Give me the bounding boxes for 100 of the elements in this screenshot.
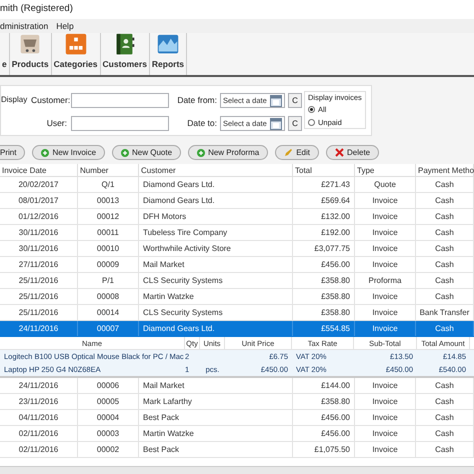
table-cell: Invoice [355,257,416,272]
field-label: User: [46,117,68,130]
table-row[interactable]: 25/11/2016 P/1 CLS Security Systems £358.80 Proforma Cash [0,273,474,289]
table-cell: 24/11/2016 [0,378,78,393]
chart-icon [156,33,180,56]
table-row[interactable]: 30/11/2016 00010 Worthwhile Activity Store £3,077.75 Invoice Cash [0,241,474,257]
column-header[interactable]: Total [293,164,355,176]
table-cell: Martin Watzke [139,426,293,441]
table-cell: Martin Watzke [139,289,293,304]
table-cell: Cash [416,426,474,441]
toolbar-button[interactable]: e [0,33,10,75]
table-cell: 00009 [78,257,139,272]
table-cell: Mark Lafarthy [139,394,293,409]
table-row[interactable]: 30/11/2016 00011 Tubeless Tire Company £192.00 Invoice Cash [0,225,474,241]
table-cell: Best Pack [139,410,293,425]
table-cell: Cash [416,378,474,393]
table-cell: Worthwhile Activity Store [139,241,293,256]
table-cell: Invoice [355,241,416,256]
toolbar-button[interactable]: Products [10,33,52,75]
clear-date-button[interactable]: C [288,116,302,131]
table-cell: CLS Security Systems [139,305,293,320]
clear-date-button[interactable]: C [288,93,302,108]
table-cell: 04/11/2016 [0,410,78,425]
table-cell: £456.00 [293,426,355,441]
table-cell: Invoice [355,209,416,224]
table-row[interactable]: 20/02/2017 Q/1 Diamond Gears Ltd. £271.43 Quote Cash [0,177,474,193]
plus-icon [197,148,206,156]
table-cell: £456.00 [293,410,355,425]
table-cell: £271.43 [293,177,355,192]
table-cell: £144.00 [293,378,355,393]
table-cell: 00003 [78,426,139,441]
table-row[interactable]: 01/12/2016 00012 DFH Motors £132.00 Invoice Cash [0,209,474,225]
table-cell: Cash [416,257,474,272]
table-cell: Invoice [355,394,416,409]
radio-button[interactable] [308,118,315,126]
table-cell: Invoice [355,289,416,304]
table-cell: Cash [416,225,474,240]
toolbar-button[interactable]: Customers [100,33,150,75]
table-cell: £358.80 [293,289,355,304]
action-button[interactable]: New Quote [112,145,182,160]
field-label: Date from: [177,94,218,107]
filter-label: Display [1,94,28,106]
table-cell: 25/11/2016 [0,273,78,288]
menu-item[interactable]: Help [56,20,74,32]
table-cell: Invoice [355,442,416,457]
toolbar-button[interactable]: Reports [150,33,188,75]
table-row[interactable]: 27/11/2016 00009 Mail Market £456.00 Invoice Cash [0,257,474,273]
table-row[interactable]: 24/11/2016 00006 Mail Market £144.00 Invoice Cash [0,378,474,394]
table-row[interactable]: 08/01/2017 00013 Diamond Gears Ltd. £569.64 Invoice Cash [0,193,474,209]
table-cell: 25/11/2016 [0,289,78,304]
table-cell: Invoice [355,225,416,240]
table-cell: Mail Market [139,257,293,272]
table-cell: Cash [416,442,474,457]
radio-button[interactable] [308,106,315,114]
column-header[interactable]: Number [78,164,139,176]
table-cell: 00005 [78,394,139,409]
table-cell: 00012 [78,209,139,224]
table-row[interactable]: 02/11/2016 00002 Best Pack £1,075.50 Invoice Cash [0,442,474,458]
column-header[interactable]: Type [355,164,416,176]
table-cell: Q/1 [78,177,139,192]
table-row[interactable]: 04/11/2016 00004 Best Pack £456.00 Invoice Cash [0,410,474,426]
table-cell: Quote [355,177,416,192]
column-header[interactable]: Payment Metho [416,164,474,176]
table-row[interactable]: 02/11/2016 00003 Martin Watzke £456.00 Invoice Cash [0,426,474,442]
table-cell: Invoice [355,410,416,425]
table-row[interactable]: 25/11/2016 00008 Martin Watzke £358.80 Invoice Cash [0,289,474,305]
action-button[interactable]: Edit [275,145,319,160]
table-cell: 27/11/2016 [0,257,78,272]
table-cell: 30/11/2016 [0,241,78,256]
action-button[interactable]: Delete [326,145,380,160]
table-cell: £192.00 [293,225,355,240]
customer-field[interactable] [71,93,169,108]
action-button[interactable]: New Proforma [188,145,268,160]
menu-item[interactable]: dministration [0,20,48,32]
table-row[interactable]: 25/11/2016 00014 CLS Security Systems £358.80 Invoice Bank Transfer [0,305,474,321]
table-cell: Proforma [355,273,416,288]
action-button[interactable]: New Invoice [32,145,106,160]
table-cell: 00008 [78,289,139,304]
column-header[interactable]: Customer [139,164,293,176]
table-cell: Diamond Gears Ltd. [139,193,293,208]
table-cell: 00002 [78,442,139,457]
table-cell: £358.80 [293,394,355,409]
toolbar-button[interactable]: Categories [52,33,101,75]
table-cell: £554.85 [293,321,355,336]
user-field[interactable] [71,116,169,131]
table-cell: Invoice [355,426,416,441]
table-cell: 20/02/2017 [0,177,78,192]
table-cell: Cash [416,209,474,224]
close-icon [334,148,344,157]
action-button[interactable]: Print [0,145,26,160]
field-label: Customer: [31,94,71,107]
table-cell: 00006 [78,378,139,393]
pencil-icon [284,148,294,157]
table-cell: DFH Motors [139,209,293,224]
table-row[interactable]: 24/11/2016 00007 Diamond Gears Ltd. £554.85 Invoice Cash [0,321,474,337]
table-cell: Invoice [355,321,416,336]
table-cell: Cash [416,273,474,288]
column-header[interactable]: Invoice Date [0,164,78,176]
table-row[interactable]: 23/11/2016 00005 Mark Lafarthy £358.80 Invoice Cash [0,394,474,410]
table-cell: Invoice [355,193,416,208]
